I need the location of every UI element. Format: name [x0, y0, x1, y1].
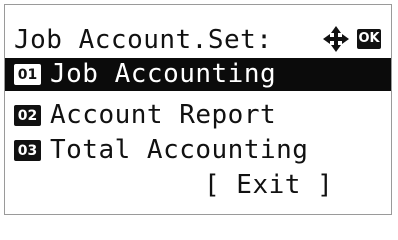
lcd-screen: Job Account.Set: OK 01 Job Accounting 02…	[4, 4, 392, 215]
item-number-badge: 02	[14, 105, 41, 126]
menu-item-total-accounting[interactable]: 03 Total Accounting	[5, 134, 391, 167]
menu-item-label: Account Report	[50, 100, 277, 130]
exit-label: [ Exit ]	[204, 170, 334, 200]
title-bar: Job Account.Set: OK	[5, 24, 391, 57]
menu-item-label: Job Accounting	[50, 59, 277, 89]
item-number-badge: 03	[14, 140, 41, 161]
item-number-badge: 01	[14, 64, 41, 85]
menu-item-label: Total Accounting	[50, 135, 309, 165]
four-way-arrow-icon	[323, 26, 349, 52]
ok-key-icon: OK	[357, 29, 381, 49]
menu-item-job-accounting[interactable]: 01 Job Accounting	[5, 58, 391, 91]
screen-title: Job Account.Set:	[14, 25, 273, 55]
exit-button[interactable]: [ Exit ]	[5, 169, 391, 202]
menu-item-account-report[interactable]: 02 Account Report	[5, 99, 391, 132]
